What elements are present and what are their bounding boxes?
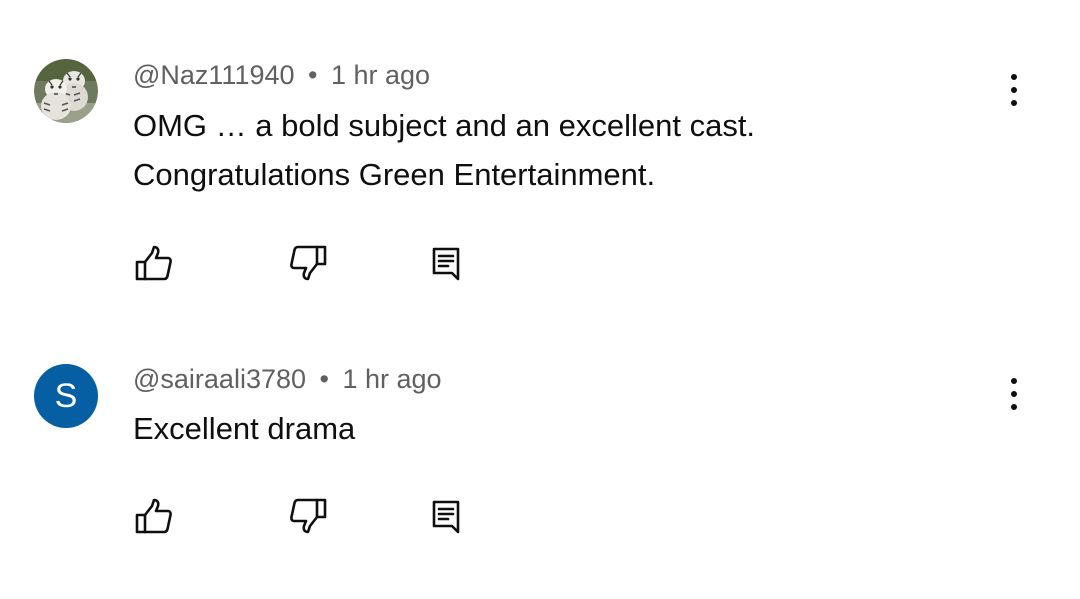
reply-button[interactable]	[424, 241, 468, 285]
meta-separator: •	[319, 364, 329, 394]
dislike-button[interactable]	[286, 241, 330, 285]
comment-text: OMG … a bold subject and an excellent ca…	[133, 108, 756, 192]
comment-item: S @sairaali3780 • 1 hr ago Excellent dra…	[0, 302, 1080, 599]
like-button[interactable]	[132, 241, 176, 285]
reply-icon	[432, 500, 460, 534]
dislike-button[interactable]	[286, 494, 330, 538]
avatar-letter: S	[54, 377, 78, 415]
more-vert-icon[interactable]	[998, 70, 1030, 110]
reply-icon	[432, 247, 460, 281]
avatar[interactable]: S	[34, 364, 98, 428]
menu-dot	[1011, 87, 1017, 93]
comment-timestamp: 1 hr ago	[342, 364, 442, 394]
menu-dot	[1011, 74, 1017, 80]
menu-dot	[1011, 100, 1017, 106]
comment-timestamp: 1 hr ago	[331, 60, 431, 90]
comment-meta: @sairaali3780 • 1 hr ago	[133, 366, 442, 393]
comment-meta: @Naz111940 • 1 hr ago	[133, 62, 430, 89]
white-tigers-avatar-image	[34, 59, 98, 123]
thumb-down-icon	[290, 245, 327, 281]
comment-item: @Naz111940 • 1 hr ago OMG … a bold subje…	[0, 0, 1080, 300]
menu-dot	[1011, 378, 1017, 384]
meta-separator: •	[308, 60, 318, 90]
reply-button[interactable]	[424, 494, 468, 538]
comment-actions	[0, 494, 520, 538]
comment-author-handle[interactable]: @Naz111940	[133, 60, 295, 90]
avatar[interactable]	[34, 59, 98, 123]
thumb-up-icon	[135, 245, 172, 281]
menu-dot	[1011, 391, 1017, 397]
thumb-up-icon	[135, 498, 172, 534]
comment-text: Excellent drama	[133, 411, 356, 446]
thumb-down-icon	[290, 498, 327, 534]
menu-dot	[1011, 404, 1017, 410]
comment-actions	[0, 241, 520, 285]
more-vert-icon[interactable]	[998, 374, 1030, 414]
like-button[interactable]	[132, 494, 176, 538]
comment-author-handle[interactable]: @sairaali3780	[133, 364, 306, 394]
